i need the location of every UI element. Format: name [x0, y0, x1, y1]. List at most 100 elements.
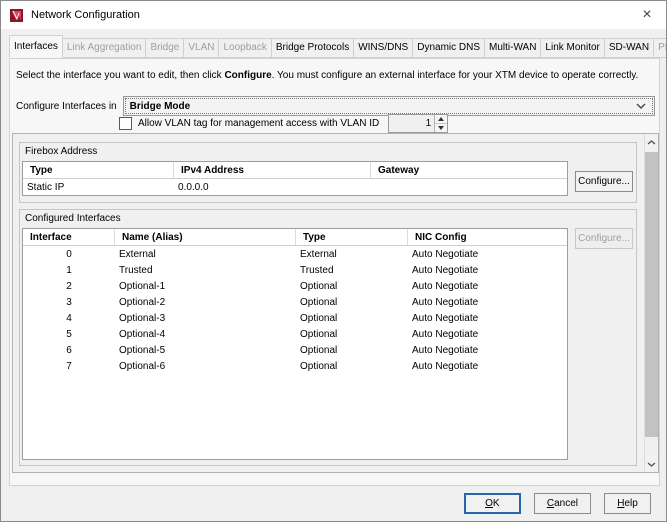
table-row[interactable]: 3 Optional-2 Optional Auto Negotiate [23, 294, 567, 310]
cell-name-alias: Optional-5 [119, 344, 166, 356]
cell-name-alias: Optional-4 [119, 328, 166, 340]
cell-interface: 1 [66, 264, 72, 276]
scroll-up-icon[interactable] [645, 134, 658, 150]
col-ipv4-address[interactable]: IPv4 Address [174, 162, 371, 178]
table-row[interactable]: 5 Optional-4 Optional Auto Negotiate [23, 326, 567, 342]
cell-interface: 5 [66, 328, 72, 340]
table-row[interactable]: 7 Optional-6 Optional Auto Negotiate [23, 358, 567, 374]
tab-interfaces[interactable]: Interfaces [9, 35, 63, 58]
ok-button[interactable]: OK [463, 493, 521, 514]
firebox-configure-button[interactable]: Configure... [575, 171, 633, 192]
vertical-scrollbar[interactable] [644, 134, 658, 472]
firebox-address-group: Firebox Address Type IPv4 Address Gatewa… [19, 142, 637, 203]
cell-if-type: Optional [300, 296, 338, 308]
window-title: Network Configuration [31, 9, 140, 21]
cell-nic-config: Auto Negotiate [412, 264, 479, 276]
tab-bridge: Bridge [145, 38, 185, 58]
vlan-id-value: 1 [425, 118, 432, 129]
configured-interfaces-table[interactable]: Interface Name (Alias) Type NIC Config 0… [22, 228, 568, 460]
cell-name-alias: Optional-2 [119, 296, 166, 308]
cell-nic-config: Auto Negotiate [412, 360, 479, 372]
cell-if-type: External [300, 248, 337, 260]
cell-nic-config: Auto Negotiate [412, 328, 479, 340]
interfaces-table-header[interactable]: Interface Name (Alias) Type NIC Config [23, 229, 567, 246]
col-type[interactable]: Type [23, 162, 174, 178]
table-row[interactable]: 2 Optional-1 Optional Auto Negotiate [23, 278, 567, 294]
tab-link-monitor[interactable]: Link Monitor [540, 38, 605, 58]
table-row[interactable]: 4 Optional-3 Optional Auto Negotiate [23, 310, 567, 326]
tab-bridge-protocols[interactable]: Bridge Protocols [270, 38, 355, 58]
tab-pppoe: PPPoE [653, 38, 666, 58]
cell-nic-config: Auto Negotiate [412, 280, 479, 292]
tab-loopback: Loopback [218, 38, 272, 58]
table-row[interactable]: Static IP 0.0.0.0 [23, 179, 567, 195]
cell-if-type: Optional [300, 360, 338, 372]
vlan-tag-checkbox[interactable] [119, 117, 132, 130]
interfaces-panel: Select the interface you want to edit, t… [9, 58, 660, 486]
configure-interfaces-in-label: Configure Interfaces in [16, 100, 117, 112]
cell-if-type: Trusted [300, 264, 334, 276]
cell-ipv4: 0.0.0.0 [178, 181, 209, 193]
firebox-address-table[interactable]: Type IPv4 Address Gateway Static IP 0.0.… [22, 161, 568, 196]
table-row[interactable]: 1 Trusted Trusted Auto Negotiate [23, 262, 567, 278]
scrollbar-thumb[interactable] [645, 152, 658, 437]
interface-mode-select[interactable]: Bridge Mode [122, 96, 655, 116]
network-configuration-dialog: Network Configuration × Interfaces Link … [0, 0, 667, 522]
cell-nic-config: Auto Negotiate [412, 296, 479, 308]
tab-sd-wan[interactable]: SD-WAN [603, 38, 655, 58]
close-icon[interactable]: × [638, 7, 656, 23]
cell-if-type: Optional [300, 328, 338, 340]
cell-if-type: Optional [300, 312, 338, 324]
scroll-down-icon[interactable] [645, 456, 658, 472]
cell-type: Static IP [27, 181, 65, 193]
cell-name-alias: Optional-1 [119, 280, 166, 292]
cell-nic-config: Auto Negotiate [412, 344, 479, 356]
cell-interface: 2 [66, 280, 72, 292]
help-button[interactable]: Help [604, 493, 651, 514]
vlan-tag-row: Allow VLAN tag for management access wit… [119, 114, 449, 133]
cell-if-type: Optional [300, 344, 338, 356]
tab-wins-dns[interactable]: WINS/DNS [353, 38, 414, 58]
col-if-type[interactable]: Type [296, 229, 408, 245]
cell-name-alias: Optional-3 [119, 312, 166, 324]
table-row[interactable]: 0 External External Auto Negotiate [23, 246, 567, 262]
cell-interface: 4 [66, 312, 72, 324]
tab-bar: Interfaces Link Aggregation Bridge VLAN … [9, 35, 666, 58]
cell-nic-config: Auto Negotiate [412, 248, 479, 260]
scrollbar-track[interactable] [645, 150, 658, 456]
spinner-up-icon[interactable] [435, 115, 448, 124]
dialog-button-bar: OK Cancel Help [1, 486, 666, 521]
tab-vlan: VLAN [183, 38, 220, 58]
vlan-id-spinner[interactable]: 1 [388, 114, 449, 133]
interface-mode-value: Bridge Mode [129, 100, 191, 112]
cell-if-type: Optional [300, 280, 338, 292]
col-interface[interactable]: Interface [23, 229, 115, 245]
tab-multi-wan[interactable]: Multi-WAN [484, 38, 542, 58]
cell-interface: 3 [66, 296, 72, 308]
tab-dynamic-dns[interactable]: Dynamic DNS [412, 38, 486, 58]
configure-mode-row: Configure Interfaces in Bridge Mode [16, 96, 655, 116]
vlan-tag-label: Allow VLAN tag for management access wit… [138, 118, 380, 129]
interface-configure-button: Configure... [575, 228, 633, 249]
col-gateway[interactable]: Gateway [371, 162, 567, 178]
cell-interface: 0 [66, 248, 72, 260]
col-nic-config[interactable]: NIC Config [408, 229, 567, 245]
table-row[interactable]: 6 Optional-5 Optional Auto Negotiate [23, 342, 567, 358]
watchguard-app-icon [9, 8, 24, 23]
cell-name-alias: External [119, 248, 156, 260]
cell-name-alias: Optional-6 [119, 360, 166, 372]
cancel-button[interactable]: Cancel [533, 493, 591, 514]
cell-interface: 6 [66, 344, 72, 356]
scroll-pane: Firebox Address Type IPv4 Address Gatewa… [12, 133, 659, 473]
col-name-alias[interactable]: Name (Alias) [115, 229, 296, 245]
spinner-down-icon[interactable] [435, 124, 448, 132]
cell-nic-config: Auto Negotiate [412, 312, 479, 324]
chevron-down-icon [636, 103, 646, 109]
configured-interfaces-title: Configured Interfaces [25, 213, 121, 224]
titlebar[interactable]: Network Configuration × [1, 1, 666, 29]
instruction-text: Select the interface you want to edit, t… [16, 70, 639, 81]
cell-name-alias: Trusted [119, 264, 153, 276]
cell-interface: 7 [66, 360, 72, 372]
tab-link-aggregation: Link Aggregation [61, 38, 147, 58]
firebox-table-header[interactable]: Type IPv4 Address Gateway [23, 162, 567, 179]
